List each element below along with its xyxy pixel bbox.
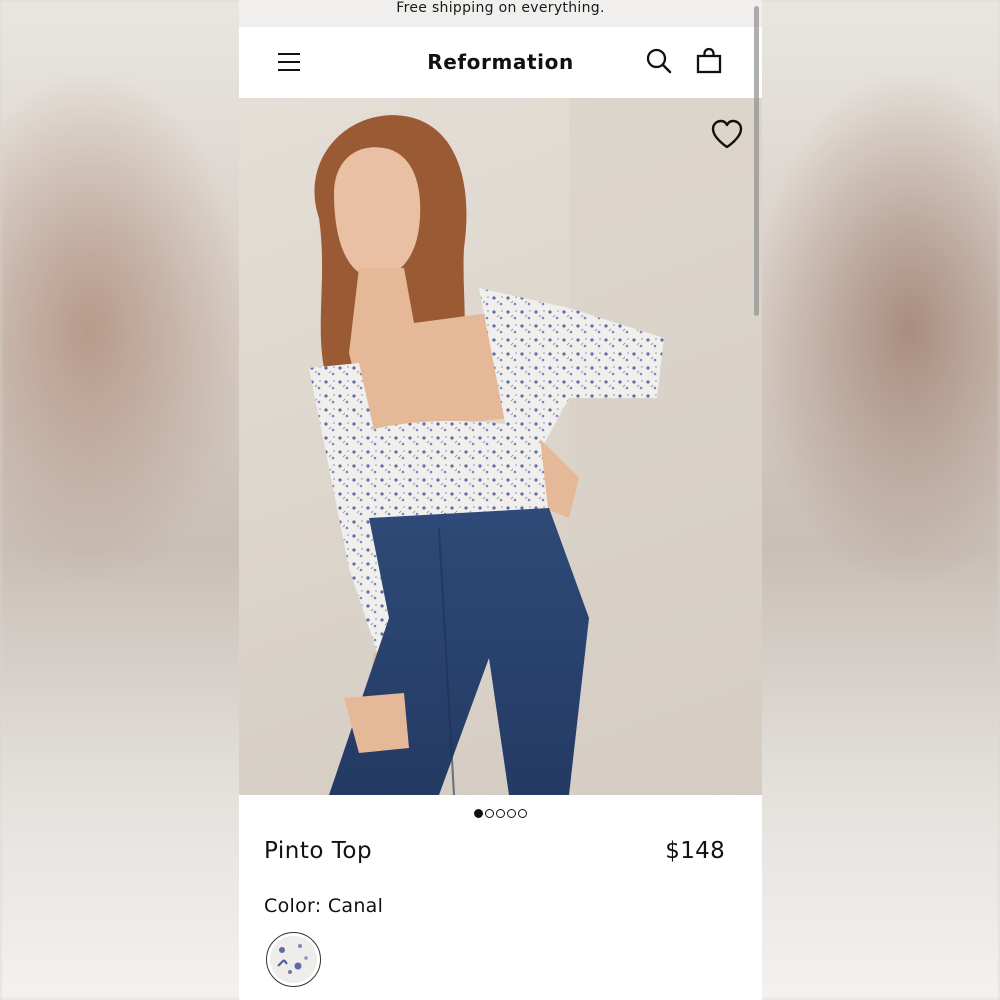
heart-icon[interactable] (710, 118, 744, 150)
site-header: Reformation (239, 27, 762, 99)
swatch-print (270, 936, 317, 983)
carousel-dot-5[interactable] (518, 809, 527, 818)
shopping-bag-icon[interactable] (695, 47, 723, 75)
carousel-dot-3[interactable] (496, 809, 505, 818)
page-scrollbar[interactable] (754, 6, 759, 316)
mobile-page: Free shipping on everything. Reformation (239, 0, 762, 1000)
promo-banner: Free shipping on everything. (239, 0, 762, 27)
carousel-dot-2[interactable] (485, 809, 494, 818)
image-carousel-dots (239, 803, 762, 818)
floral-swatch-icon (270, 936, 315, 981)
search-icon[interactable] (645, 47, 673, 75)
carousel-dot-1[interactable] (474, 809, 483, 818)
carousel-dot-4[interactable] (507, 809, 516, 818)
brand-logo[interactable]: Reformation (239, 50, 762, 74)
product-image[interactable] (239, 98, 762, 795)
product-price: $148 (665, 838, 725, 864)
color-label: Color: Canal (264, 895, 384, 917)
model-illustration (309, 98, 762, 795)
color-swatch-canal[interactable] (266, 932, 321, 987)
promo-text: Free shipping on everything. (396, 0, 605, 16)
product-title: Pinto Top (264, 838, 373, 864)
